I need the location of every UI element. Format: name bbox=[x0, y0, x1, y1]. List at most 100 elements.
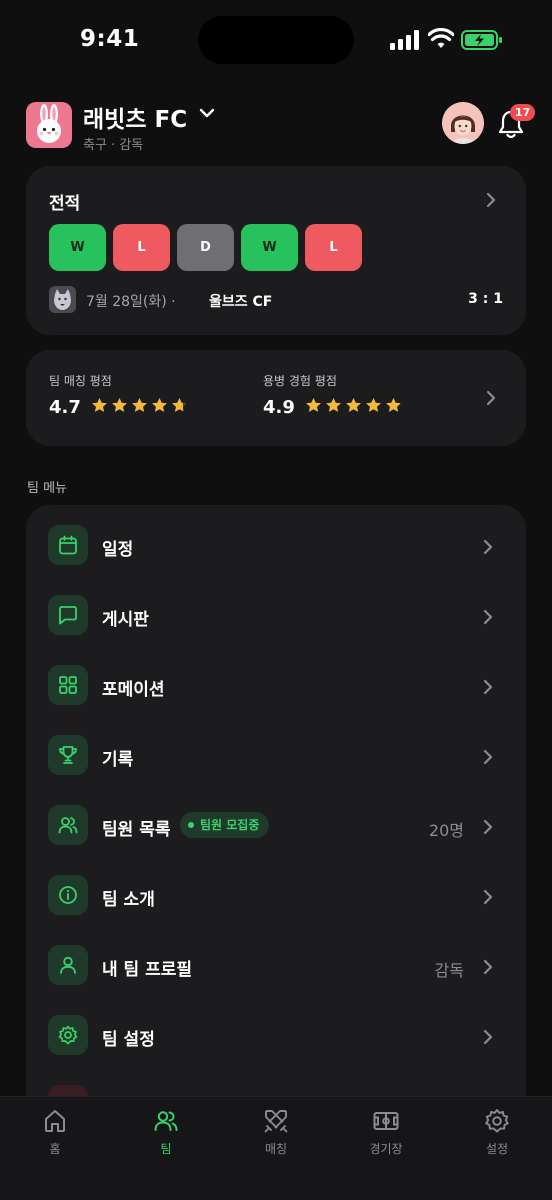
menu-label: 일정 bbox=[102, 540, 134, 560]
tab-label: 매칭 bbox=[264, 1142, 288, 1156]
record-card[interactable]: 전적 W L D W L 7월 28일(화) · 울브즈 CF 3 : 1 bbox=[26, 166, 526, 335]
star-icon bbox=[345, 398, 361, 412]
home-icon bbox=[45, 1110, 65, 1132]
tab-label: 경기장 bbox=[369, 1142, 403, 1156]
status-dot bbox=[188, 822, 194, 828]
result-loss: L bbox=[113, 224, 170, 271]
menu-label: 팀원 목록 bbox=[102, 820, 171, 840]
team-name[interactable]: 래빗츠 FC bbox=[83, 100, 187, 134]
recruiting-badge: 팀원 모집중 bbox=[180, 812, 270, 838]
chevron-right-icon bbox=[483, 1029, 493, 1045]
team-header: 래빗츠 FC 축구 · 감독 17 bbox=[26, 100, 536, 156]
team-rating-stars bbox=[91, 397, 191, 418]
menu-label: 팀 소개 bbox=[102, 890, 155, 910]
team-subtitle: 축구 · 감독 bbox=[83, 138, 144, 153]
status-time: 9:41 bbox=[80, 26, 140, 52]
last-match[interactable]: 7월 28일(화) · 울브즈 CF 3 : 1 bbox=[49, 286, 503, 314]
chevron-right-icon bbox=[483, 749, 493, 765]
tab-settings[interactable]: 설정 bbox=[457, 1107, 537, 1157]
opponent-logo bbox=[49, 286, 76, 313]
mercenary-rating-stars bbox=[305, 397, 405, 418]
avatar[interactable] bbox=[442, 102, 484, 144]
star-icon bbox=[91, 398, 107, 412]
menu-label: 팀 설정 bbox=[102, 1030, 155, 1050]
star-icon bbox=[171, 398, 187, 412]
tab-bar: 홈 팀 매칭 경기장 설정 bbox=[0, 1096, 552, 1200]
star-icon bbox=[365, 398, 381, 412]
tab-label: 설정 bbox=[485, 1142, 509, 1156]
grid-icon bbox=[48, 665, 88, 705]
menu-label: 포메이션 bbox=[102, 680, 165, 700]
star-icon bbox=[385, 398, 401, 412]
status-bar: 9:41 bbox=[0, 0, 552, 82]
result-draw: D bbox=[177, 224, 234, 271]
menu-item-board[interactable]: 게시판 bbox=[26, 579, 526, 649]
result-win: W bbox=[241, 224, 298, 271]
my-role: 감독 bbox=[434, 961, 464, 980]
menu-item-formation[interactable]: 포메이션 bbox=[26, 649, 526, 719]
chevron-right-icon bbox=[483, 609, 493, 625]
field-icon bbox=[373, 1112, 399, 1130]
trophy-icon bbox=[48, 735, 88, 775]
menu-label: 기록 bbox=[102, 750, 134, 770]
match-opponent: 울브즈 CF bbox=[209, 294, 273, 310]
menu-item-schedule[interactable]: 일정 bbox=[26, 509, 526, 579]
chevron-right-icon bbox=[483, 539, 493, 555]
tab-matching[interactable]: 매칭 bbox=[236, 1107, 316, 1157]
star-icon bbox=[305, 398, 321, 412]
wifi-icon bbox=[428, 28, 454, 48]
match-date: 7월 28일(화) · bbox=[86, 294, 176, 310]
gear-icon bbox=[48, 1015, 88, 1055]
team-icon bbox=[154, 1111, 178, 1131]
users-icon bbox=[48, 805, 88, 845]
tab-home[interactable]: 홈 bbox=[15, 1107, 95, 1157]
menu-item-my-profile[interactable]: 내 팀 프로필 감독 bbox=[26, 929, 526, 999]
signal-icon bbox=[390, 30, 419, 50]
star-icon bbox=[131, 398, 147, 412]
notification-badge: 17 bbox=[510, 104, 536, 121]
battery-icon bbox=[461, 30, 502, 50]
tab-stadium[interactable]: 경기장 bbox=[346, 1107, 426, 1157]
tab-team[interactable]: 팀 bbox=[126, 1107, 206, 1157]
section-title: 팀 메뉴 bbox=[27, 481, 68, 496]
menu-item-members[interactable]: 팀원 목록 팀원 모집중 20명 bbox=[26, 789, 526, 859]
menu-item-team-intro[interactable]: 팀 소개 bbox=[26, 859, 526, 929]
member-count: 20명 bbox=[428, 821, 464, 840]
mercenary-rating: 용병 경험 평점 4.9 bbox=[263, 372, 405, 418]
gear-icon bbox=[485, 1109, 509, 1133]
rabbit-icon bbox=[37, 104, 61, 143]
chevron-right-icon bbox=[486, 390, 496, 406]
star-icon bbox=[151, 398, 167, 412]
tab-label: 홈 bbox=[49, 1142, 61, 1156]
chevron-right-icon bbox=[486, 192, 496, 208]
star-icon bbox=[111, 398, 127, 412]
menu-label: 게시판 bbox=[102, 610, 149, 630]
team-rating-label: 팀 매칭 평점 bbox=[49, 374, 112, 388]
chevron-right-icon bbox=[483, 959, 493, 975]
record-title: 전적 bbox=[49, 194, 81, 214]
team-logo[interactable] bbox=[26, 102, 72, 148]
tab-label: 팀 bbox=[160, 1142, 172, 1156]
team-rating: 팀 매칭 평점 4.7 bbox=[49, 372, 191, 418]
chevron-right-icon bbox=[483, 819, 493, 835]
mercenary-rating-value: 4.9 bbox=[263, 397, 295, 418]
wolf-icon bbox=[54, 289, 71, 310]
chevron-right-icon bbox=[483, 679, 493, 695]
team-rating-value: 4.7 bbox=[49, 397, 81, 418]
message-icon bbox=[48, 595, 88, 635]
recent-results: W L D W L bbox=[49, 224, 362, 271]
dynamic-island bbox=[198, 16, 354, 64]
swords-icon bbox=[264, 1110, 288, 1133]
menu-item-team-settings[interactable]: 팀 설정 bbox=[26, 999, 526, 1069]
team-menu: 일정 게시판 포메이션 기록 팀원 목록 팀원 모집중 20명 팀 소개 내 팀… bbox=[26, 505, 526, 1145]
rating-card[interactable]: 팀 매칭 평점 4.7 용병 경험 평점 4.9 bbox=[26, 350, 526, 446]
menu-item-records[interactable]: 기록 bbox=[26, 719, 526, 789]
star-icon bbox=[325, 398, 341, 412]
mercenary-rating-label: 용병 경험 평점 bbox=[263, 374, 337, 388]
chevron-down-icon[interactable] bbox=[198, 106, 216, 120]
result-win: W bbox=[49, 224, 106, 271]
calendar-icon bbox=[48, 525, 88, 565]
menu-label: 내 팀 프로필 bbox=[102, 960, 193, 980]
profile-avatar-icon bbox=[442, 102, 484, 144]
chevron-right-icon bbox=[483, 889, 493, 905]
